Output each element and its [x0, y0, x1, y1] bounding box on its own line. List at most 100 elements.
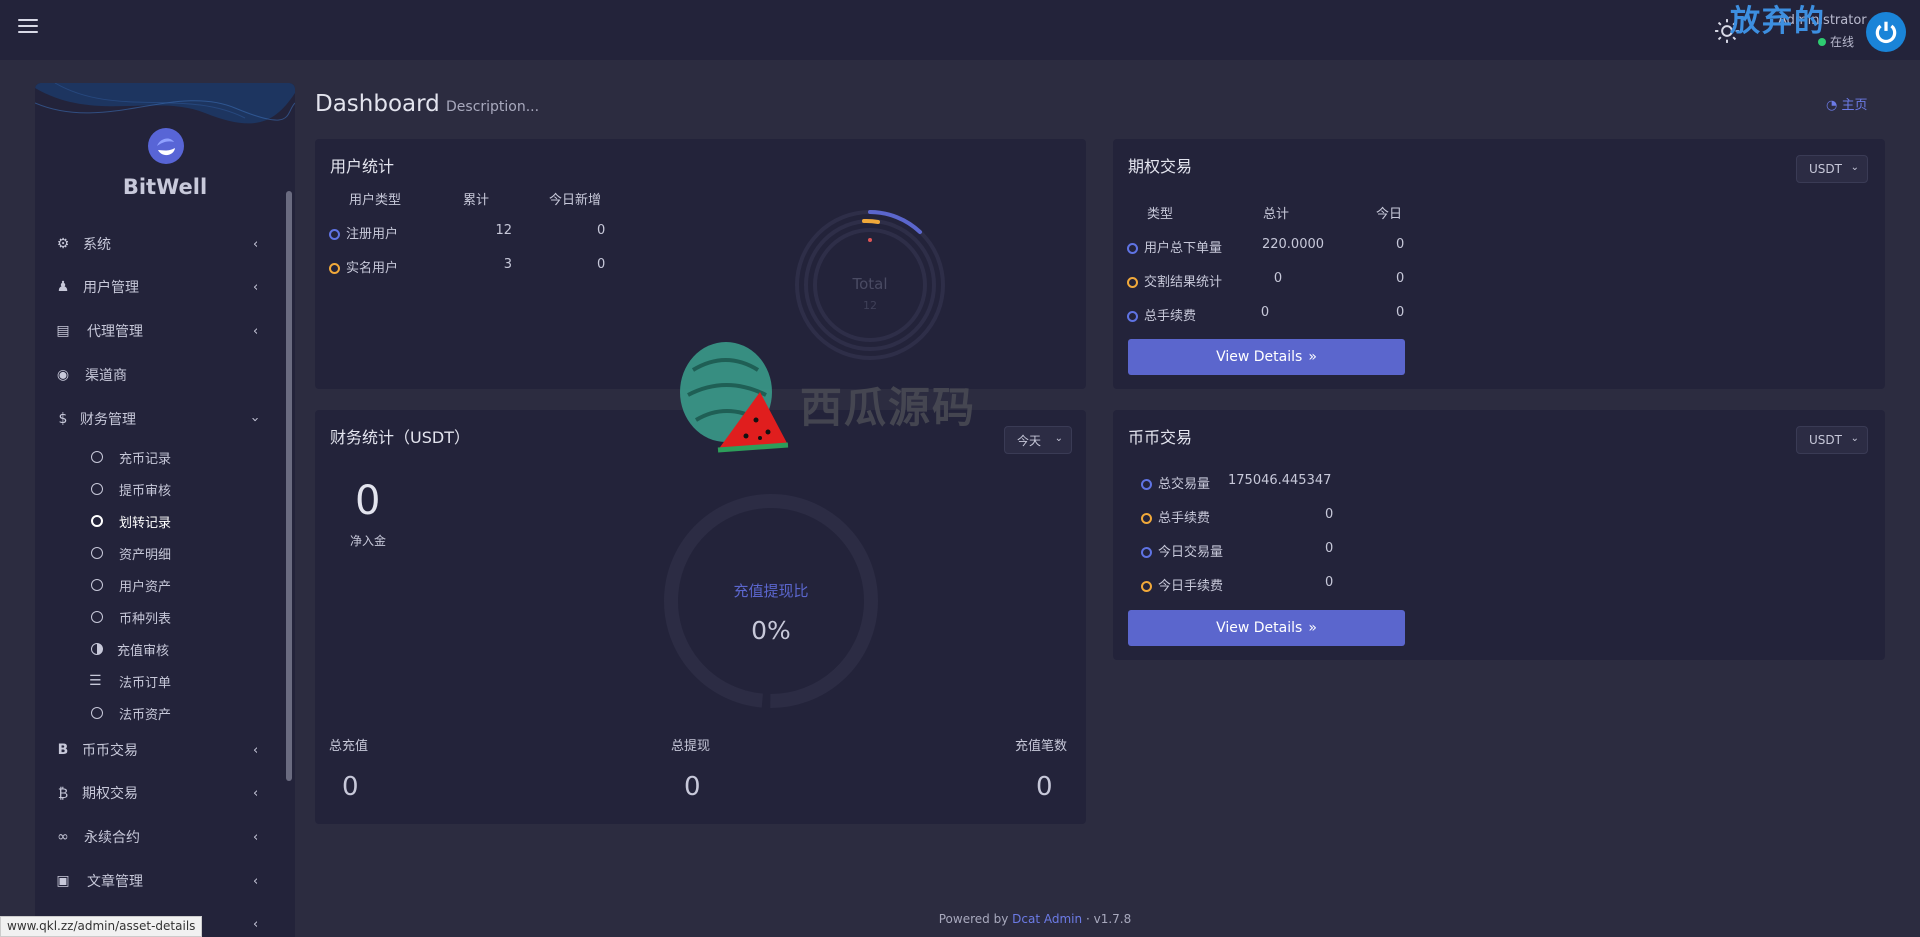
button-label: View Details [1216, 349, 1303, 365]
sidebar-item-users[interactable]: ♟ 用户管理 ‹ [35, 271, 285, 303]
stat-label: 总提现 [671, 739, 711, 754]
footer-separator: · [1085, 912, 1090, 926]
currency-select[interactable]: USDT ⌄ [1796, 155, 1868, 183]
sidebar-subitem[interactable]: 提币审核 [35, 476, 285, 502]
item-label: 今日手续费 [1158, 579, 1224, 594]
chevron-left-icon: ‹ [253, 785, 259, 801]
sidebar-item-label: 用户管理 [83, 280, 139, 296]
row-total: 3 [503, 257, 512, 272]
chart-center-label: Total [851, 275, 887, 293]
select-value: USDT [1809, 162, 1842, 176]
chevron-left-icon: ‹ [253, 742, 259, 758]
view-details-button[interactable]: View Details » [1128, 339, 1405, 375]
footer-link[interactable]: Dcat Admin [1012, 912, 1082, 926]
sidebar-item-label: 永续合约 [84, 830, 140, 846]
sidebar-scrollbar[interactable] [286, 191, 292, 781]
sidebar-subitem[interactable]: 资产明细 [35, 540, 285, 566]
view-details-button[interactable]: View Details » [1128, 610, 1405, 646]
sidebar-subitem-label: 资产明细 [119, 547, 172, 563]
ring-label: 充值提现比 [733, 582, 809, 600]
chevron-left-icon: ‹ [253, 829, 259, 845]
double-chevron-right-icon: » [1308, 620, 1317, 636]
item-value: 0 [1325, 575, 1334, 590]
circle-icon [1127, 243, 1138, 254]
sidebar-item-system[interactable]: ⚙ 系统 ‹ [35, 228, 285, 260]
sidebar-item-articles[interactable]: ▣ 文章管理 ‹ [35, 865, 285, 897]
row-type: 注册用户 [346, 227, 399, 242]
sidebar-item-label: 财务管理 [80, 412, 136, 428]
sidebar-subitem[interactable]: 用户资产 [35, 572, 285, 598]
table-row: 注册用户 [329, 223, 398, 242]
gear-icon: ⚙ [56, 236, 70, 252]
table-row: 交割结果统计 [1127, 271, 1222, 290]
footer-text: Powered by [938, 912, 1009, 926]
row-today: 0 [597, 223, 606, 238]
sidebar-subitem[interactable]: ☰ 法币订单 [35, 668, 285, 694]
item-label: 今日交易量 [1158, 545, 1224, 560]
sidebar-subitem[interactable]: 充币记录 [35, 444, 285, 470]
menu-toggle-icon[interactable] [18, 19, 38, 37]
online-dot-icon [1818, 37, 1826, 46]
half-circle-icon [91, 643, 103, 655]
row-total: 12 [495, 223, 512, 238]
chevron-down-icon: ⌄ [1850, 433, 1859, 444]
chevron-left-icon: ‹ [253, 873, 259, 889]
sidebar-subitem[interactable]: 充值审核 [35, 636, 285, 662]
watermelon-icon [680, 342, 789, 453]
row-today: 0 [1396, 237, 1405, 252]
net-value: 0 [355, 478, 381, 524]
chevron-down-icon: ‹ [248, 416, 264, 422]
sidebar-subitem-active[interactable]: 划转记录 [35, 508, 285, 534]
avatar[interactable] [1866, 12, 1906, 52]
circle-icon [1141, 479, 1152, 490]
column-header: 总计 [1263, 207, 1290, 222]
chevron-left-icon: ‹ [253, 236, 259, 252]
stat-value: 0 [684, 772, 701, 802]
sidebar-item-channels[interactable]: ◉ 渠道商 [35, 359, 285, 391]
circle-icon [91, 483, 103, 495]
link-icon: ∞ [57, 829, 69, 845]
status-url-bar: www.qkl.zz/admin/asset-details [0, 916, 203, 937]
sidebar-subitem[interactable]: 币种列表 [35, 604, 285, 630]
select-value: USDT [1809, 433, 1842, 447]
sidebar-subitem-label: 法币资产 [119, 707, 172, 723]
table-row: 用户总下单量 [1127, 237, 1222, 256]
breadcrumb-home[interactable]: ◔ 主页 [1826, 94, 1868, 113]
sidebar-item-label: 文章管理 [87, 874, 143, 890]
sidebar-item-label: 期权交易 [82, 786, 138, 802]
b-icon: B [57, 742, 69, 758]
sidebar-subitem[interactable]: 法币资产 [35, 700, 285, 726]
sidebar-subitem-label: 币种列表 [119, 611, 172, 627]
sidebar-item-futures[interactable]: ∞ 永续合约 ‹ [35, 821, 285, 853]
watermark-center-text: 西瓜源码 [800, 383, 977, 432]
row-today: 0 [1396, 305, 1405, 320]
watermark-overlay: 西瓜源码 [668, 340, 1008, 460]
top-navbar: Administrator 放弃的 在线 [0, 0, 1920, 60]
row-today: 0 [597, 257, 606, 272]
row-type: 实名用户 [346, 261, 399, 276]
circle-icon [1141, 513, 1152, 524]
sidebar-subitem-label: 法币订单 [119, 675, 172, 691]
sidebar-item-finance[interactable]: $ 财务管理 ‹ [35, 403, 285, 435]
chart-center-value: 12 [863, 299, 877, 312]
sidebar-subitem-label: 提币审核 [119, 483, 172, 499]
sidebar-item-spot[interactable]: B 币币交易 ‹ [35, 734, 285, 766]
logo-text: BitWell [122, 175, 208, 199]
row-today: 0 [1396, 271, 1405, 286]
currency-select[interactable]: USDT ⌄ [1796, 426, 1868, 454]
user-circle-icon: ◉ [56, 367, 70, 383]
card-title: 期权交易 [1128, 157, 1193, 176]
item-value: 0 [1325, 541, 1334, 556]
sidebar-item-options[interactable]: ₿ 期权交易 ‹ [35, 777, 285, 809]
column-header: 今日新增 [549, 193, 602, 208]
list-item: 总手续费 [1141, 507, 1210, 526]
chevron-down-icon: ⌄ [1850, 162, 1859, 173]
row-type: 用户总下单量 [1144, 241, 1223, 256]
circle-icon [1141, 547, 1152, 558]
sidebar-item-agents[interactable]: ▤ 代理管理 ‹ [35, 315, 285, 347]
stat-label: 总充值 [329, 739, 369, 754]
period-select[interactable]: 今天 ⌄ [1004, 426, 1072, 454]
dashboard-icon: ◔ [1826, 98, 1838, 113]
list-icon: ☰ [89, 673, 102, 689]
breadcrumb-home-label: 主页 [1841, 98, 1868, 113]
